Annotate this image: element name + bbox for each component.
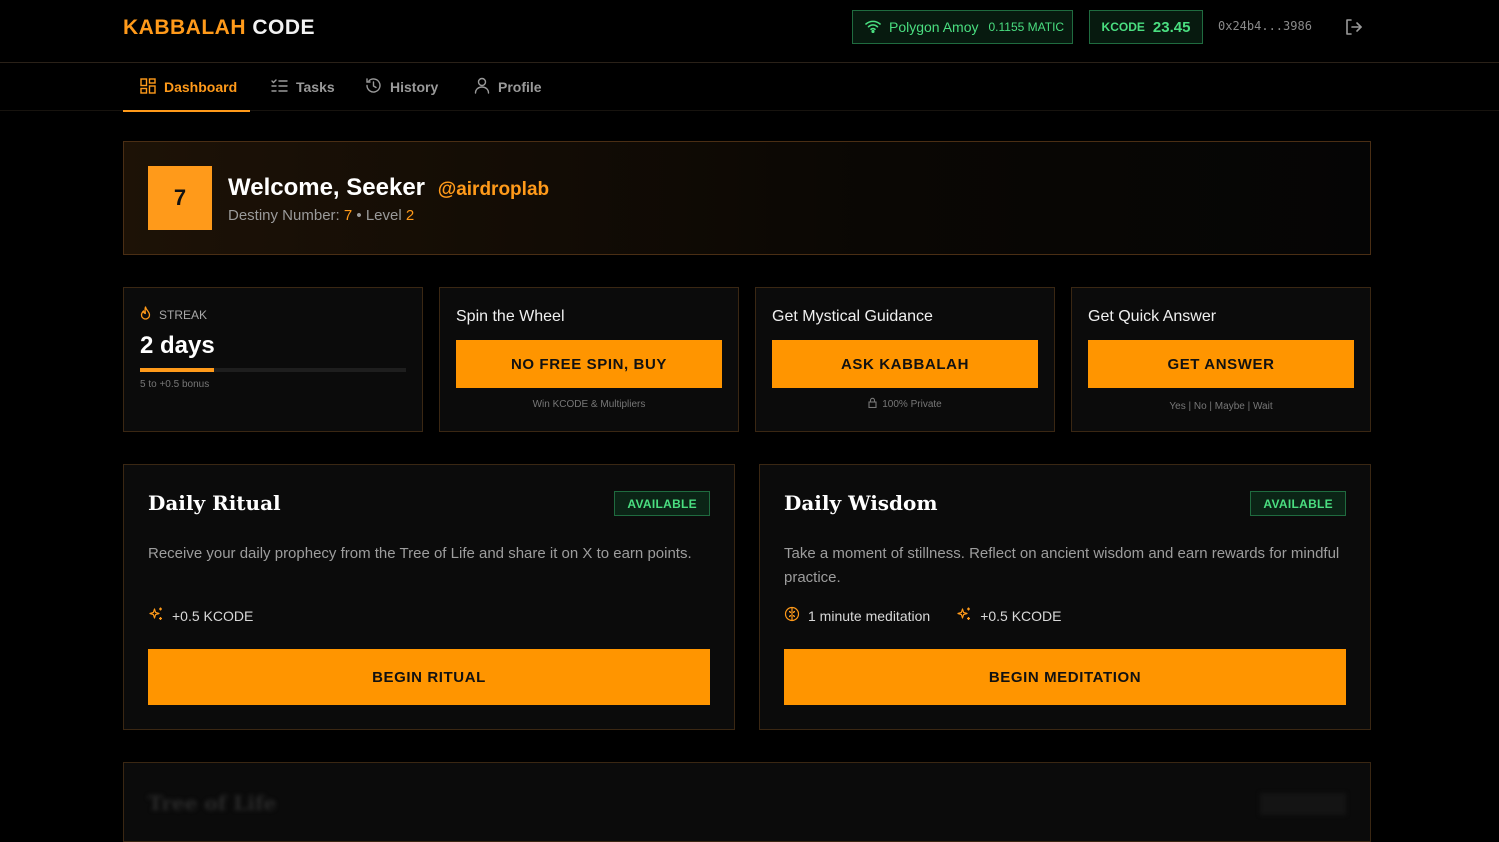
dashboard-icon	[140, 77, 156, 97]
destiny-number-badge: 7	[148, 166, 212, 230]
network-name: Polygon Amoy	[889, 19, 979, 35]
tab-label: History	[390, 79, 439, 95]
app-logo[interactable]: KABBALAH CODE	[123, 16, 315, 40]
begin-ritual-button[interactable]: BEGIN RITUAL	[148, 649, 710, 705]
destiny-value: 7	[343, 207, 353, 224]
destiny-label: Destiny Number:	[228, 207, 340, 224]
daily-ritual-card: Daily Ritual AVAILABLE Receive your dail…	[123, 464, 735, 730]
user-icon	[474, 77, 490, 97]
spin-note: Win KCODE & Multipliers	[532, 399, 646, 410]
tab-history[interactable]: History	[365, 63, 438, 111]
logo-part-1: KABBALAH	[123, 16, 246, 39]
sparkle-icon	[148, 606, 164, 625]
user-handle[interactable]: @airdroplab	[438, 179, 549, 200]
kcode-label: KCODE	[1101, 20, 1145, 34]
tasks-icon	[271, 78, 288, 96]
level-label: Level	[365, 207, 402, 224]
streak-note: 5 to +0.5 bonus	[140, 379, 210, 390]
main-nav-tabs: Dashboard Tasks History Profile	[0, 63, 1499, 112]
logout-icon[interactable]	[1343, 17, 1363, 37]
guidance-title: Get Mystical Guidance	[772, 308, 933, 325]
quick-title: Get Quick Answer	[1088, 308, 1217, 325]
destiny-info: Destiny Number: 7 • Level 2	[228, 207, 414, 224]
network-balance: 0.1155 MATIC	[988, 20, 1065, 34]
privacy-text: 100% Private	[882, 398, 942, 410]
top-header: KABBALAH CODE Polygon Amoy 0.1155 MATIC …	[0, 0, 1499, 63]
greeting-text: Welcome, Seeker	[228, 174, 426, 201]
ritual-reward: +0.5 KCODE	[148, 606, 253, 625]
flame-icon	[140, 306, 151, 323]
wisdom-description: Take a moment of stillness. Reflect on a…	[784, 545, 1340, 586]
sparkle-icon	[956, 606, 972, 625]
wisdom-meta: 1 minute meditation +0.5 KCODE	[784, 606, 1062, 625]
spin-wheel-card: Spin the Wheel NO FREE SPIN, BUY Win KCO…	[439, 287, 739, 432]
spin-title: Spin the Wheel	[456, 308, 565, 325]
tree-title: Tree of Life	[148, 791, 277, 815]
history-icon	[365, 77, 382, 97]
network-indicator[interactable]: Polygon Amoy 0.1155 MATIC	[852, 10, 1073, 44]
meditation-duration: 1 minute meditation	[808, 607, 931, 624]
wisdom-title: Daily Wisdom	[784, 491, 938, 515]
answer-options-note: Yes | No | Maybe | Wait	[1169, 401, 1273, 412]
wifi-icon	[865, 19, 881, 36]
begin-meditation-button[interactable]: BEGIN MEDITATION	[784, 649, 1346, 705]
privacy-note: 100% Private	[756, 397, 1054, 411]
buy-spin-button[interactable]: NO FREE SPIN, BUY	[456, 340, 722, 388]
streak-progress-bar	[140, 368, 406, 372]
quick-answer-card: Get Quick Answer GET ANSWER Yes | No | M…	[1071, 287, 1371, 432]
streak-header: STREAK	[140, 306, 207, 323]
mystical-guidance-card: Get Mystical Guidance ASK KABBALAH 100% …	[755, 287, 1055, 432]
level-value: 2	[405, 207, 415, 224]
tree-status-badge	[1260, 793, 1346, 815]
tab-label: Tasks	[296, 79, 335, 95]
daily-wisdom-card: Daily Wisdom AVAILABLE Take a moment of …	[759, 464, 1371, 730]
welcome-title: Welcome, Seeker @airdroplab	[228, 174, 549, 202]
logo-part-2: CODE	[252, 16, 316, 39]
status-badge: AVAILABLE	[614, 491, 710, 516]
get-answer-button[interactable]: GET ANSWER	[1088, 340, 1354, 388]
reward-text: +0.5 KCODE	[980, 607, 1062, 624]
welcome-banner: 7 Welcome, Seeker @airdroplab Destiny Nu…	[123, 141, 1371, 255]
tab-profile[interactable]: Profile	[474, 63, 542, 111]
bullet-separator: •	[356, 207, 362, 224]
streak-progress-fill	[140, 368, 215, 372]
brain-icon	[784, 606, 800, 625]
tree-of-life-card: Tree of Life	[123, 762, 1371, 842]
ritual-title: Daily Ritual	[148, 491, 281, 515]
ritual-description: Receive your daily prophecy from the Tre…	[148, 545, 692, 562]
tab-dashboard[interactable]: Dashboard	[123, 63, 250, 112]
reward-text: +0.5 KCODE	[172, 607, 254, 624]
streak-value: 2 days	[140, 332, 215, 359]
status-badge: AVAILABLE	[1250, 491, 1346, 516]
kcode-value: 23.45	[1152, 18, 1191, 36]
tab-label: Dashboard	[164, 79, 238, 95]
tab-tasks[interactable]: Tasks	[271, 63, 335, 111]
streak-label: STREAK	[159, 307, 208, 322]
streak-card: STREAK 2 days 5 to +0.5 bonus	[123, 287, 423, 432]
kcode-balance-badge: KCODE 23.45	[1089, 10, 1203, 44]
lock-icon	[868, 397, 877, 411]
wallet-address[interactable]: 0x24b4...3986	[1218, 19, 1312, 33]
ask-kabbalah-button[interactable]: ASK KABBALAH	[772, 340, 1038, 388]
tab-label: Profile	[498, 79, 542, 95]
